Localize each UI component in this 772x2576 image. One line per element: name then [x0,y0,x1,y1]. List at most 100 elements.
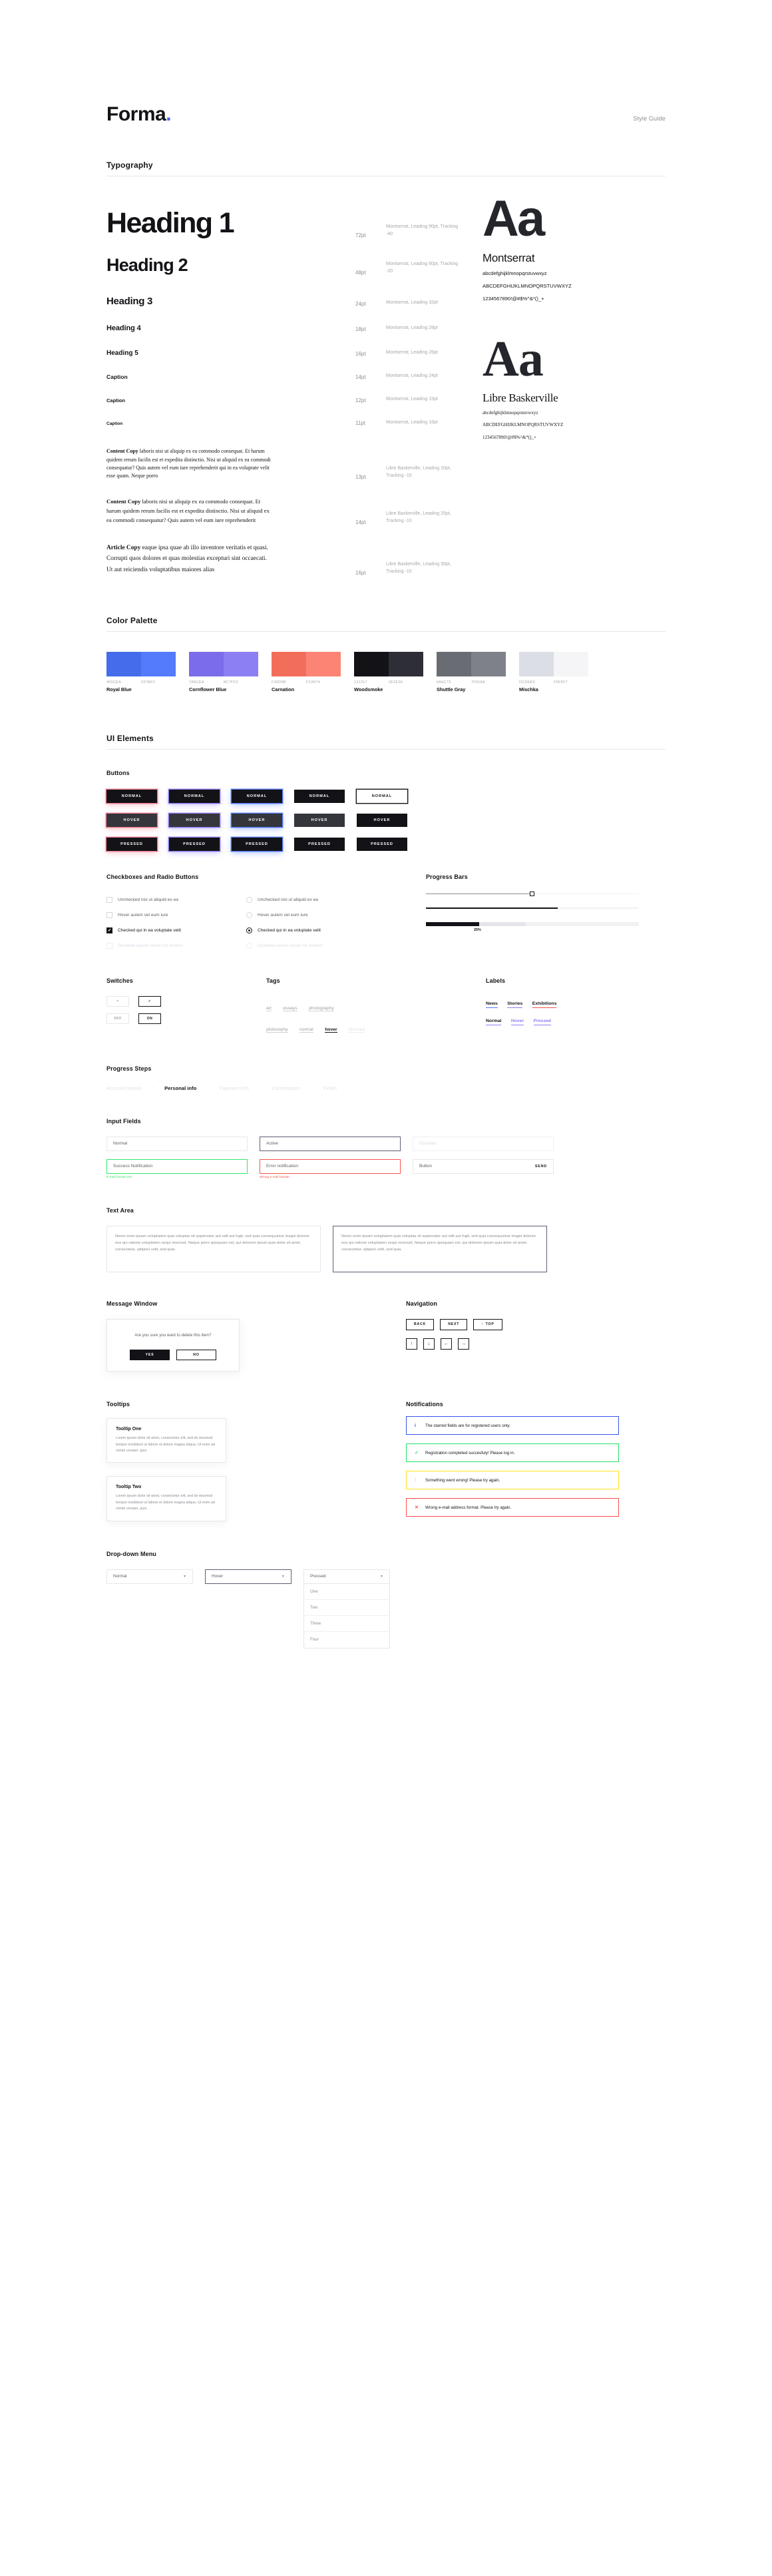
button-normal-pink[interactable]: NORMAL [106,789,157,803]
tag-pressed[interactable]: pressed [349,1027,365,1033]
progress-step[interactable]: Confirmation [272,1085,300,1091]
type-spec: Montserrat, Leading 24pt [386,373,438,378]
button-normal-solid[interactable]: NORMAL [294,789,345,803]
button-pressed-purple[interactable]: PRESSED [169,837,220,851]
top-button[interactable]: ↑ TOP [473,1318,502,1330]
back-button[interactable]: BACK [406,1318,435,1330]
input-normal[interactable]: Normal [106,1136,248,1151]
progress-segments [426,922,639,927]
tag-art[interactable]: art [266,1005,272,1011]
radio-hover[interactable]: Hover autem vel eum iure [246,907,386,923]
tooltip-title: Tooltip One [116,1427,142,1432]
nav-arrow-icon-1[interactable]: ↓ [423,1338,435,1350]
button-hover-pink[interactable]: HOVER [106,813,157,827]
label-normal[interactable]: Normal [486,1019,502,1025]
dropdown-hover-head[interactable]: Hover ▼ [205,1569,291,1584]
button-hover-purple[interactable]: HOVER [169,813,220,827]
label-pressed[interactable]: Pressed [533,1019,552,1025]
next-button[interactable]: NEXT [440,1318,468,1330]
progress-segment-filled [426,922,479,927]
send-button[interactable]: SEND [535,1164,547,1168]
type-sample-h2: Heading 2 [106,255,188,276]
switch-off-icon[interactable]: × [106,995,129,1007]
tag-hover[interactable]: hover [325,1027,337,1033]
color-swatch: F36D5B FC8474 Carnation [272,651,341,692]
dropdown-normal-head[interactable]: Normal ▼ [106,1569,193,1584]
slider-handle[interactable] [530,891,534,896]
radio-label: Checked qui in ea voluptate velit [258,927,321,933]
button-pressed-outline[interactable]: PRESSED [357,837,407,851]
label-stories[interactable]: Stories [507,1001,523,1008]
tooltip-title: Tooltip Two [116,1485,142,1490]
dropdown-option[interactable]: One [304,1584,389,1600]
switch-off[interactable]: OFF [106,1013,129,1024]
label-exhibitions[interactable]: Exhibitions [532,1001,557,1008]
progress-step[interactable]: Account Details [106,1085,142,1091]
confirm-yes-button[interactable]: YES [130,1350,170,1361]
textarea-active[interactable]: Nemo enim ipsam voluptatem quia voluptas… [333,1225,547,1272]
dropdown-option[interactable]: Four [304,1632,389,1648]
label-hover[interactable]: Hover [510,1019,524,1025]
confirm-no-button[interactable]: NO [176,1350,216,1361]
checkbox-unchecked[interactable]: Unchecked nisi ut aliquid ex ea [106,892,246,907]
radio-checked-icon[interactable] [246,927,252,933]
switch-on[interactable]: ON [138,1013,161,1024]
checkbox-checked-icon[interactable] [106,927,112,933]
type-sample-h5: Heading 5 [106,349,138,357]
checkbox-icon[interactable] [106,896,112,903]
button-hover-outline[interactable]: HOVER [357,813,407,827]
checkbox-icon[interactable] [106,911,112,918]
progress-step[interactable]: Payment info [220,1085,249,1091]
label-news[interactable]: News [486,1001,498,1008]
chevron-right-icon: › [259,1085,262,1091]
button-hover-solid[interactable]: HOVER [294,813,345,827]
checkbox-hover[interactable]: Hover autem vel eum iure [106,907,246,923]
tag-philosophy[interactable]: philosophy [266,1027,288,1033]
button-pressed-pink[interactable]: PRESSED [106,837,157,851]
button-pressed-blue[interactable]: PRESSED [232,837,282,851]
type-row: Heading 3 24pt Montserrat, Leading 32pt [106,296,466,307]
dropdown-pressed-head[interactable]: Pressed ▼ [303,1569,390,1584]
dropdown-option[interactable]: Three [304,1616,389,1632]
subsection-title-steps: Progress Steps [106,1065,152,1072]
swatch-hexes: 6A6C73 7F818A [437,680,506,684]
button-hover-blue[interactable]: HOVER [232,813,282,827]
checkbox-checked[interactable]: Checked qui in ea voluptate velit [106,923,246,938]
message-window-block: Message Window Are you sure you want to … [106,1300,366,1372]
radio-unchecked[interactable]: Unchecked nisi ut aliquid ex ea [246,892,386,907]
type-spec: Montserrat, Leading 32pt [386,300,438,305]
nav-arrow-icon-2[interactable]: ← [441,1338,452,1350]
switch-on-icon[interactable]: ✓ [138,995,161,1007]
button-grid: NORMAL NORMAL NORMAL NORMAL NORMAL HOVER… [106,789,666,851]
input-success[interactable]: Success Notification [106,1159,248,1174]
radio-disabled: Disabled earum rerum hic tenetur [246,938,386,953]
input-error-group: Error notification Wrong e-mail format! [260,1159,401,1179]
button-pressed-solid[interactable]: PRESSED [294,837,345,851]
color-swatch: 6A6C73 7F818A Shuttle Gray [437,651,506,692]
checkbox-disabled-icon [106,942,112,949]
input-error[interactable]: Error notification [260,1159,401,1174]
swatch-hexes: F36D5B FC8474 [272,680,341,684]
tag-photography[interactable]: photography [309,1005,334,1011]
button-normal-blue[interactable]: NORMAL [232,789,282,803]
tooltips-block: Tooltips Tooltip One Lorem ipsum dolor s… [106,1401,366,1521]
textarea-normal[interactable]: Nemo enim ipsam voluptatem quia voluptas… [106,1225,321,1272]
tag-normal[interactable]: normal [299,1027,313,1033]
subsection-title-checkboxes: Checkboxes and Radio Buttons [106,873,199,880]
nav-arrow-icon-0[interactable]: ↑ [406,1338,417,1350]
radio-checked[interactable]: Checked qui in ea voluptate velit [246,923,386,938]
input-active[interactable]: Active [260,1136,401,1151]
tag-essays[interactable]: essays [283,1005,297,1011]
radio-icon[interactable] [246,896,252,903]
radio-icon[interactable] [246,911,252,918]
type-spec: Montserrat, Leading 16pt [386,419,438,425]
nav-arrow-icon-3[interactable]: → [458,1338,469,1350]
progress-step[interactable]: Personal info [164,1085,196,1091]
dropdown-option[interactable]: Two [304,1600,389,1616]
brand-logo: Forma. [106,103,172,126]
progress-step[interactable]: Finish [323,1085,337,1091]
button-normal-outline[interactable]: NORMAL [357,789,407,803]
section-title-ui: UI Elements [106,733,154,743]
button-normal-purple[interactable]: NORMAL [169,789,220,803]
input-with-button[interactable]: Button SEND [413,1159,554,1174]
